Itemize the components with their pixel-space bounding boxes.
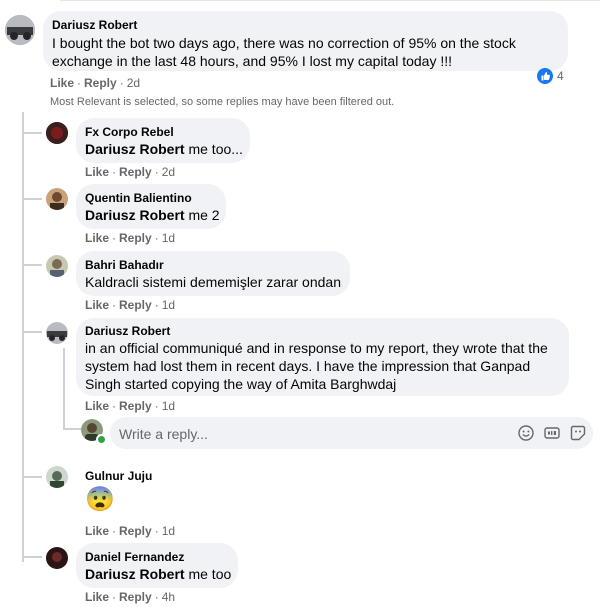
reply-actions: Like · Reply · 1d (85, 524, 176, 538)
reply-link[interactable]: Reply (119, 524, 152, 538)
timestamp[interactable]: 1d (162, 524, 175, 538)
thread-branch (22, 331, 42, 333)
reply-actions: Like · Reply · 1d (85, 298, 176, 312)
reply-link[interactable]: Reply (119, 298, 152, 312)
reply-actions: Like · Reply · 2d (85, 165, 176, 179)
timestamp[interactable]: 4h (162, 590, 175, 604)
reply-text: in an official communiqué and in respons… (85, 340, 548, 392)
reply-text: Dariusz Robert me 2 (85, 207, 220, 223)
avatar[interactable] (46, 255, 68, 277)
avatar[interactable] (46, 547, 68, 569)
reply-actions: Like · Reply · 4h (85, 590, 176, 604)
timestamp[interactable]: 1d (162, 231, 175, 245)
thread-branch (22, 264, 42, 266)
reply-author[interactable]: Bahri Bahadır (85, 258, 164, 272)
thread-branch (22, 132, 42, 134)
reply-emoji: 😨 (85, 486, 115, 513)
like-link[interactable]: Like (85, 399, 109, 413)
like-link[interactable]: Like (85, 231, 109, 245)
avatar[interactable] (5, 15, 35, 45)
reply-author[interactable]: Dariusz Robert (85, 324, 170, 338)
avatar[interactable] (46, 322, 68, 344)
reply-author[interactable]: Quentin Balientino (85, 191, 192, 205)
filter-note: Most Relevant is selected, so some repli… (50, 96, 395, 108)
timestamp[interactable]: 2d (127, 76, 140, 90)
like-link[interactable]: Like (50, 76, 74, 90)
reply-link[interactable]: Reply (119, 165, 152, 179)
avatar[interactable] (46, 122, 68, 144)
comment-text: I bought the bot two days ago, there was… (52, 35, 516, 69)
nested-thread-line (63, 348, 65, 428)
smiley-icon[interactable] (518, 425, 534, 441)
reply-input-placeholder: Write a reply... (119, 426, 208, 442)
mention[interactable]: Dariusz Robert (85, 566, 185, 582)
reply-link[interactable]: Reply (119, 231, 152, 245)
reaction-count: 4 (557, 69, 564, 83)
thumbs-up-icon (537, 68, 553, 84)
reply-input[interactable]: Write a reply... (110, 417, 593, 449)
reply-actions: Like · Reply · 1d (85, 231, 176, 245)
reply-author[interactable]: Gulnur Juju (85, 469, 152, 483)
mention[interactable]: Dariusz Robert (85, 141, 185, 157)
avatar[interactable] (46, 466, 68, 488)
reply-actions: Like · Reply · 1d (85, 399, 176, 413)
avatar[interactable] (46, 188, 68, 210)
like-link[interactable]: Like (85, 590, 109, 604)
reply-link[interactable]: Reply (84, 76, 117, 90)
comment-author[interactable]: Dariusz Robert (52, 18, 137, 32)
thread-branch (22, 198, 42, 200)
thread-line (22, 112, 24, 562)
reply-text: Dariusz Robert me too... (85, 141, 243, 157)
top-divider (60, 0, 600, 1)
online-status-indicator (96, 434, 107, 445)
like-link[interactable]: Like (85, 524, 109, 538)
like-link[interactable]: Like (85, 298, 109, 312)
reply-text: Kaldracli sistemi dememişler zarar ondan (85, 274, 341, 290)
nested-thread-branch (63, 428, 81, 430)
mention[interactable]: Dariusz Robert (85, 207, 185, 223)
gif-icon[interactable] (544, 425, 560, 441)
timestamp[interactable]: 1d (162, 399, 175, 413)
sticker-icon[interactable] (570, 425, 586, 441)
like-link[interactable]: Like (85, 165, 109, 179)
thread-branch (22, 556, 42, 558)
current-user-avatar (81, 419, 107, 445)
reply-link[interactable]: Reply (119, 590, 152, 604)
comment-actions: Like · Reply · 2d (50, 76, 141, 90)
timestamp[interactable]: 1d (162, 298, 175, 312)
thread-branch (22, 476, 42, 478)
reply-author[interactable]: Daniel Fernandez (85, 550, 184, 564)
reply-text: Dariusz Robert me too (85, 566, 232, 582)
timestamp[interactable]: 2d (162, 165, 175, 179)
reply-link[interactable]: Reply (119, 399, 152, 413)
reaction-summary[interactable]: 4 (537, 68, 564, 84)
reply-author[interactable]: Fx Corpo Rebel (85, 125, 174, 139)
